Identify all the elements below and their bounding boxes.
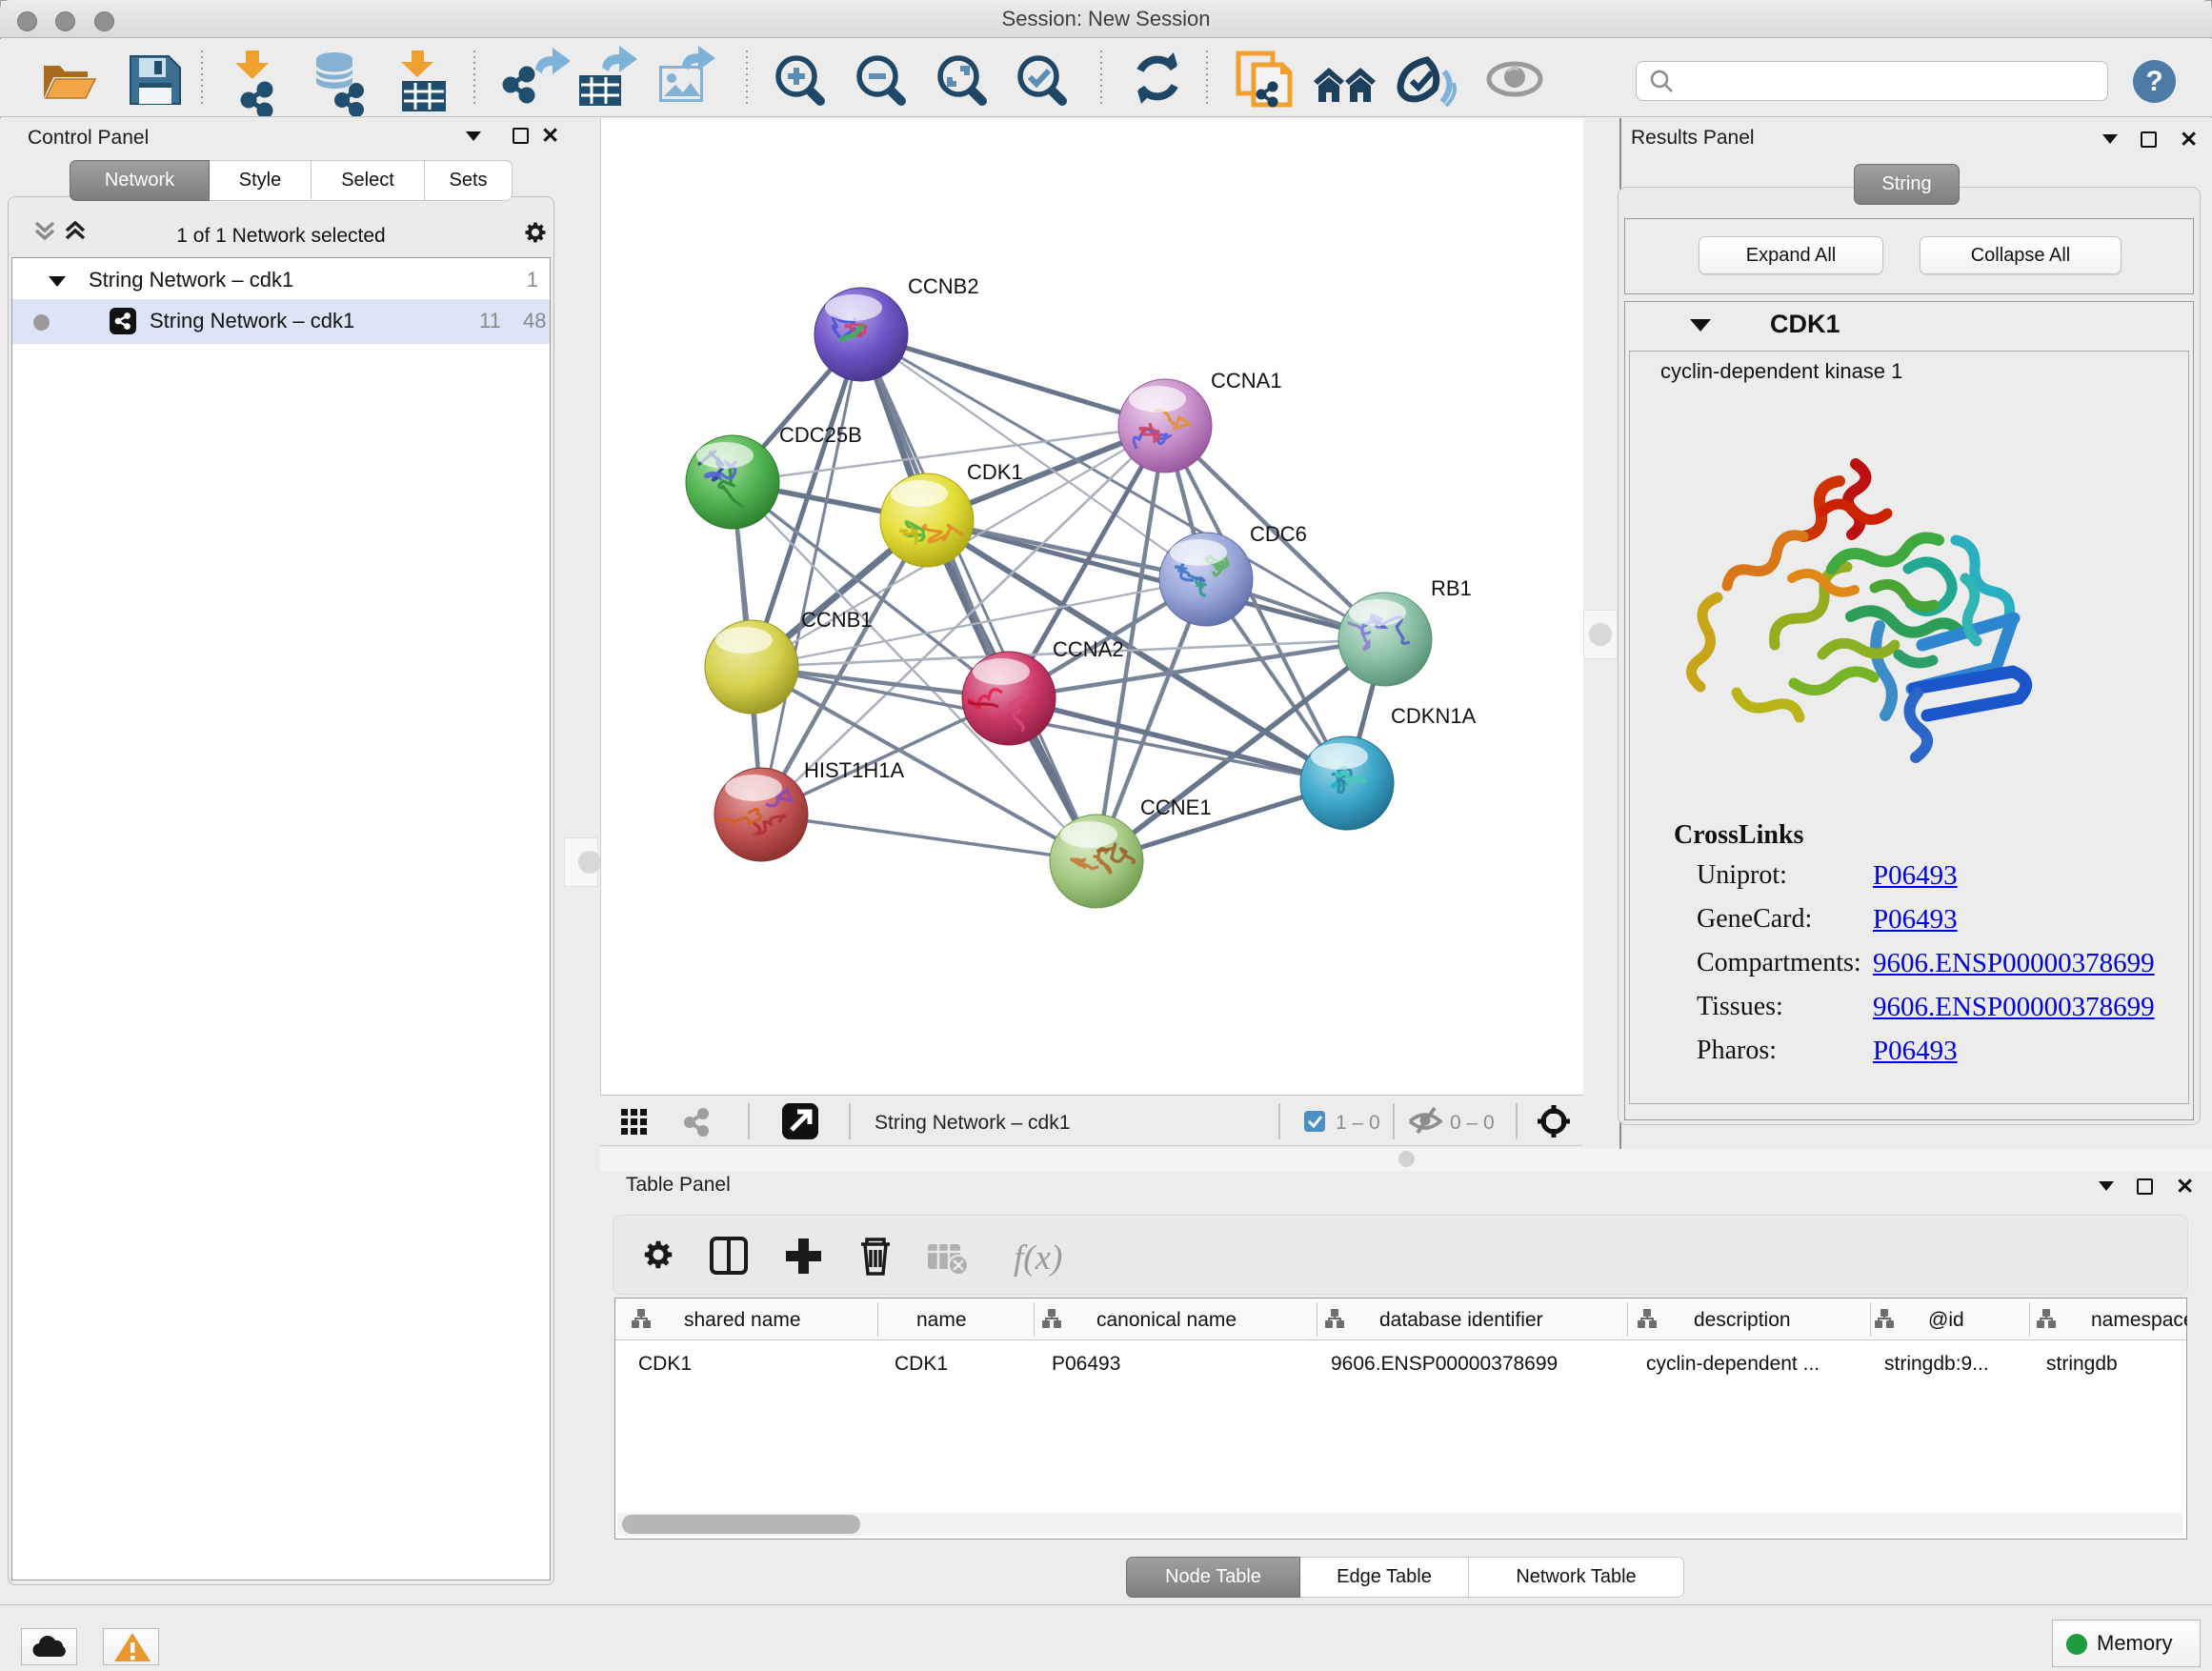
svg-text:cyclin-dependent ...: cyclin-dependent ... bbox=[1646, 1353, 1820, 1375]
svg-text:canonical name: canonical name bbox=[1096, 1309, 1237, 1331]
svg-text:CDC25B: CDC25B bbox=[779, 423, 862, 447]
svg-text:CCNA1: CCNA1 bbox=[1211, 369, 1282, 393]
svg-text:CCNA2: CCNA2 bbox=[1053, 637, 1124, 661]
svg-text:shared name: shared name bbox=[684, 1309, 801, 1331]
svg-text:CDK1: CDK1 bbox=[967, 460, 1023, 484]
svg-text:0 – 0: 0 – 0 bbox=[1450, 1112, 1495, 1134]
svg-text:HIST1H1A: HIST1H1A bbox=[804, 758, 904, 782]
svg-text:String Network – cdk1: String Network – cdk1 bbox=[875, 1112, 1070, 1134]
svg-text:stringdb: stringdb bbox=[2046, 1353, 2118, 1375]
svg-text:CDK1: CDK1 bbox=[638, 1353, 692, 1375]
svg-text:CDC6: CDC6 bbox=[1250, 522, 1307, 546]
svg-text:namespace: namespace bbox=[2091, 1309, 2187, 1331]
svg-text:9606.ENSP00000378699: 9606.ENSP00000378699 bbox=[1331, 1353, 1558, 1375]
svg-text:name: name bbox=[916, 1309, 967, 1331]
svg-text:f(x): f(x) bbox=[1014, 1238, 1062, 1278]
svg-text:CDK1: CDK1 bbox=[895, 1353, 948, 1375]
svg-text:database identifier: database identifier bbox=[1379, 1309, 1543, 1331]
svg-text:CDKN1A: CDKN1A bbox=[1391, 704, 1477, 728]
svg-text:CCNB1: CCNB1 bbox=[801, 608, 873, 632]
svg-text:stringdb:9...: stringdb:9... bbox=[1884, 1353, 1989, 1375]
svg-text:@id: @id bbox=[1928, 1309, 1964, 1331]
svg-text:description: description bbox=[1694, 1309, 1791, 1331]
svg-text:1 – 0: 1 – 0 bbox=[1336, 1112, 1380, 1134]
svg-text:P06493: P06493 bbox=[1052, 1353, 1120, 1375]
svg-text:RB1: RB1 bbox=[1431, 576, 1472, 600]
svg-text:CCNE1: CCNE1 bbox=[1140, 795, 1212, 819]
svg-text:CCNB2: CCNB2 bbox=[908, 274, 979, 298]
